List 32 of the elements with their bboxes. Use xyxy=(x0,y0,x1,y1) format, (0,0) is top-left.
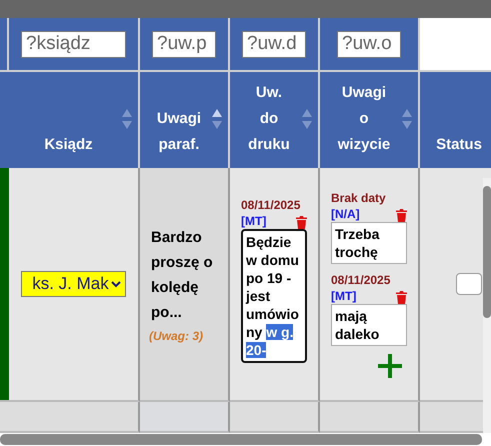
parish-note: Bardzo proszę o kolędę po... xyxy=(151,228,214,323)
column-header[interactable]: Uw. do druku xyxy=(230,72,320,168)
status-field[interactable] xyxy=(456,273,482,295)
note-count: (Uwag: 3) xyxy=(149,329,204,343)
sort-icon[interactable] xyxy=(212,108,222,130)
note-date: 08/11/2025 xyxy=(331,272,392,288)
note-field[interactable]: mają daleko xyxy=(331,304,407,346)
sort-icon[interactable] xyxy=(122,108,132,130)
filter-field[interactable]: ?uw.d xyxy=(242,30,306,58)
chevron-down-icon xyxy=(110,280,121,288)
trash-icon[interactable] xyxy=(396,291,407,304)
trash-icon[interactable] xyxy=(396,209,407,222)
column-header[interactable]: Ksiądz xyxy=(9,72,140,168)
vertical-scrollbar[interactable] xyxy=(483,178,491,433)
note-author: [MT] xyxy=(241,213,266,229)
sort-icon[interactable] xyxy=(302,108,312,130)
trash-icon[interactable] xyxy=(296,216,307,229)
note-field[interactable]: Będzie w domu po 19 - jest umówiony w g. 20- xyxy=(241,229,307,363)
column-header[interactable]: Uwagi o wizycie xyxy=(320,72,420,168)
sort-icon[interactable] xyxy=(402,108,412,130)
note-field[interactable]: Trzeba trochę xyxy=(331,222,407,264)
note-date: Brak daty xyxy=(331,190,387,206)
note-author: [N/A] xyxy=(331,206,360,222)
filter-field[interactable]: ?ksiądz xyxy=(21,30,126,58)
column-header[interactable]: Status xyxy=(420,72,491,168)
column-header[interactable]: Uwagi paraf. xyxy=(140,72,230,168)
filter-field[interactable]: ?uw.p xyxy=(152,30,216,58)
plus-icon[interactable] xyxy=(378,354,402,378)
note-date: 08/11/2025 xyxy=(241,197,302,213)
filter-field[interactable]: ?uw.o xyxy=(337,30,401,58)
note-author: [MT] xyxy=(331,288,356,304)
priest-select[interactable]: ks. J. Mak xyxy=(21,271,126,297)
